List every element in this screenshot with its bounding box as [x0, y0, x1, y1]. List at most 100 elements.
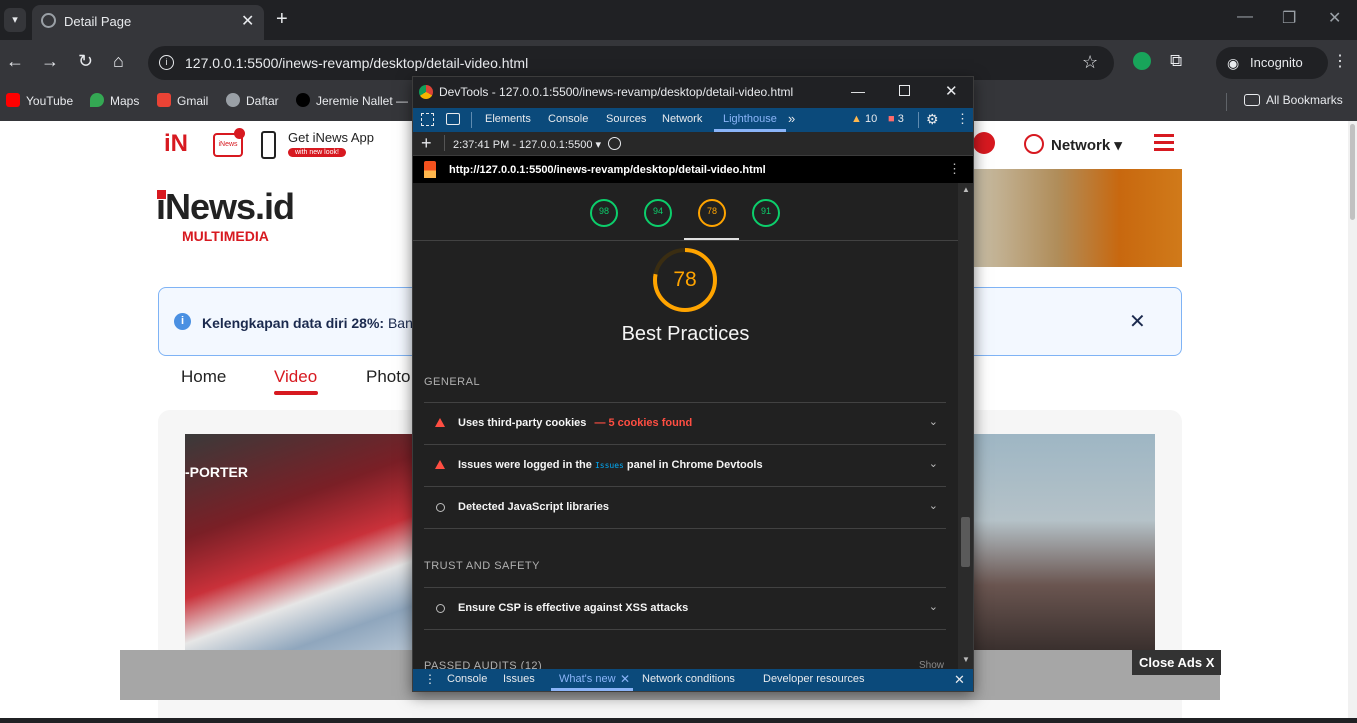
score-gauge-performance[interactable]: 98: [589, 198, 619, 228]
drawer-tab-network-conditions[interactable]: Network conditions: [642, 673, 735, 685]
chevron-down-icon[interactable]: ⌄: [929, 415, 938, 428]
site-info-icon[interactable]: i: [159, 55, 174, 70]
bookmark-jeremie[interactable]: Jeremie Nallet —: [296, 93, 408, 108]
inspect-element-icon[interactable]: [421, 113, 434, 126]
browser-tab-bar: ▾ Detail Page ✕ + — ❐ ✕: [0, 0, 1357, 40]
score-gauge-seo[interactable]: 91: [751, 198, 781, 228]
devtools-titlebar: DevTools - 127.0.0.1:5500/inews-revamp/d…: [413, 77, 973, 108]
new-tab-button[interactable]: +: [276, 8, 288, 31]
new-report-icon[interactable]: +: [421, 133, 432, 154]
home-button[interactable]: ⌂: [113, 51, 124, 72]
lighthouse-report: 98 94 78 91 78 Best Practices GENERAL Us…: [413, 183, 973, 669]
logo-accent: [157, 190, 166, 199]
devtools-menu-icon[interactable]: ⋮: [956, 111, 969, 127]
notice-close-icon[interactable]: ✕: [1129, 309, 1146, 334]
close-ads-button[interactable]: Close Ads X: [1132, 650, 1222, 675]
tab-network[interactable]: Network: [662, 113, 702, 125]
divider: [424, 629, 946, 630]
video-thumbnail-right[interactable]: [972, 434, 1155, 650]
warnings-counter[interactable]: ▲ 10: [851, 113, 877, 125]
all-bookmarks[interactable]: All Bookmarks: [1244, 93, 1343, 107]
report-url[interactable]: http://127.0.0.1:5500/inews-revamp/deskt…: [449, 164, 766, 176]
tab-console[interactable]: Console: [548, 113, 588, 125]
globe-icon: [41, 13, 56, 28]
scroll-up-icon[interactable]: ▲: [962, 185, 970, 194]
drawer-tab-whats-new[interactable]: What's new: [559, 673, 616, 685]
bookmark-gmail[interactable]: Gmail: [157, 93, 208, 108]
audit-js-libraries[interactable]: Detected JavaScript libraries ⌄: [424, 486, 946, 528]
devtools-maximize-icon[interactable]: [899, 85, 910, 96]
chevron-down-icon[interactable]: ⌄: [929, 499, 938, 512]
drawer-tab-developer-resources[interactable]: Developer resources: [763, 673, 865, 685]
chevron-down-icon[interactable]: ⌄: [929, 600, 938, 613]
extension-icon[interactable]: [1133, 52, 1151, 70]
nav-home[interactable]: Home: [181, 367, 226, 387]
audit-csp-xss[interactable]: Ensure CSP is effective against XSS atta…: [424, 587, 946, 629]
header-ad-image[interactable]: [974, 169, 1182, 267]
audit-issues-logged[interactable]: Issues were logged in the Issues panel i…: [424, 444, 946, 486]
network-menu[interactable]: Network ▾: [1051, 136, 1122, 154]
video-thumbnail-left[interactable]: -PORTER: [185, 434, 415, 650]
close-window-icon[interactable]: ✕: [1328, 8, 1341, 28]
extensions-puzzle-icon[interactable]: ⧉: [1170, 51, 1182, 71]
chevron-down-icon[interactable]: ⌄: [929, 457, 938, 470]
report-menu-icon[interactable]: ⋮: [948, 161, 961, 177]
devtools-minimize-icon[interactable]: —: [851, 83, 865, 99]
get-app-label[interactable]: Get iNews App: [288, 130, 374, 145]
errors-counter[interactable]: ■ 3: [888, 113, 904, 125]
nav-video[interactable]: Video: [274, 367, 317, 387]
clear-reports-icon[interactable]: [608, 137, 621, 150]
incognito-indicator[interactable]: ◉ Incognito: [1216, 47, 1328, 79]
site-logo[interactable]: iNews.id: [156, 186, 295, 228]
report-scrollbar-thumb[interactable]: [961, 517, 970, 567]
drawer-menu-icon[interactable]: ⋮: [424, 672, 436, 686]
close-tab-icon[interactable]: ✕: [241, 11, 254, 31]
settings-gear-icon[interactable]: ⚙: [926, 111, 939, 128]
tab-lighthouse[interactable]: Lighthouse: [723, 113, 777, 125]
tab-elements[interactable]: Elements: [485, 113, 531, 125]
bookmark-daftar[interactable]: Daftar: [226, 93, 279, 108]
bookmark-youtube[interactable]: YouTube: [6, 93, 73, 108]
site-logo-small[interactable]: iN: [164, 130, 188, 158]
drawer-tab-console[interactable]: Console: [447, 673, 487, 685]
device-toolbar-icon[interactable]: [446, 113, 460, 125]
close-drawer-icon[interactable]: ✕: [954, 672, 965, 688]
fail-triangle-icon: [435, 418, 445, 427]
forward-button[interactable]: →: [41, 51, 59, 72]
gmail-icon: [157, 93, 171, 107]
browser-tab[interactable]: Detail Page ✕: [32, 5, 264, 40]
divider: [471, 112, 472, 128]
devtools-window: DevTools - 127.0.0.1:5500/inews-revamp/d…: [412, 76, 974, 692]
show-passed-button[interactable]: Show: [919, 660, 944, 669]
hamburger-menu-icon[interactable]: [1154, 134, 1174, 137]
audit-third-party-cookies[interactable]: Uses third-party cookies — 5 cookies fou…: [424, 402, 946, 444]
divider: [413, 240, 958, 241]
report-select[interactable]: 2:37:41 PM - 127.0.0.1:5500 ▾: [453, 138, 601, 151]
devtools-close-icon[interactable]: ✕: [945, 82, 958, 100]
close-whats-new-icon[interactable]: ✕: [620, 672, 630, 686]
score-gauge-best-practices[interactable]: 78: [697, 198, 727, 228]
tab-sources[interactable]: Sources: [606, 113, 646, 125]
bookmark-star-icon[interactable]: ☆: [1082, 52, 1098, 73]
info-circle-icon: [436, 503, 445, 512]
audit-title: Ensure CSP is effective against XSS atta…: [458, 602, 689, 614]
back-button[interactable]: ←: [6, 51, 24, 72]
bookmark-maps[interactable]: Maps: [90, 93, 139, 108]
more-tabs-icon[interactable]: »: [788, 111, 795, 126]
page-scrollbar-thumb[interactable]: [1350, 124, 1355, 220]
address-bar[interactable]: i 127.0.0.1:5500/inews-revamp/desktop/de…: [148, 46, 1114, 80]
reload-button[interactable]: ↻: [78, 51, 93, 72]
scroll-down-icon[interactable]: ▼: [962, 655, 970, 664]
globe-icon: [226, 93, 240, 107]
nav-photo[interactable]: Photo: [366, 367, 410, 387]
user-avatar-icon[interactable]: [973, 132, 995, 154]
tab-search-button[interactable]: ▾: [4, 8, 26, 32]
report-scrollbar[interactable]: [958, 183, 973, 669]
browser-menu-icon[interactable]: ⋮: [1332, 51, 1348, 71]
minimize-icon[interactable]: —: [1237, 8, 1253, 26]
restore-icon[interactable]: ❐: [1282, 8, 1296, 28]
drawer-tab-issues[interactable]: Issues: [503, 673, 535, 685]
score-gauge-accessibility[interactable]: 94: [643, 198, 673, 228]
audit-title: Detected JavaScript libraries: [458, 501, 610, 513]
network-globe-icon: [1024, 134, 1044, 154]
